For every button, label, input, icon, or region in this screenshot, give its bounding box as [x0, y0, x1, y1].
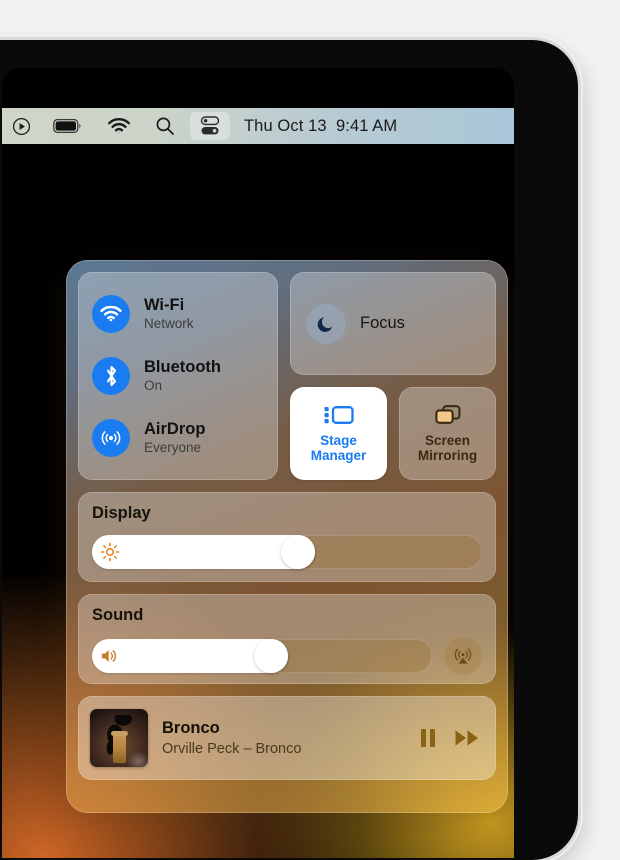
- wifi-title: Wi-Fi: [144, 295, 185, 314]
- airdrop-title: AirDrop: [144, 419, 206, 438]
- control-center-right-column: Focus Stage Manager Screen Mirroring: [290, 272, 496, 480]
- connectivity-tile: Wi-Fi Network Bluetooth On AirDrop Every…: [78, 272, 278, 480]
- now-playing-title: Bronco: [162, 719, 220, 738]
- album-artwork: [90, 709, 148, 767]
- stage-manager-tile[interactable]: Stage Manager: [290, 387, 387, 480]
- menu-bar: Thu Oct 13 9:41 AM: [2, 108, 514, 144]
- sound-slider-wrap: [92, 637, 482, 675]
- airdrop-icon: [92, 419, 130, 457]
- display-slider-knob[interactable]: [280, 535, 315, 569]
- display-slider[interactable]: [92, 535, 482, 569]
- now-playing-info: Bronco Orville Peck – Bronco: [162, 719, 418, 757]
- moon-icon: [306, 303, 346, 344]
- bluetooth-icon: [92, 357, 130, 395]
- feature-squares: Stage Manager Screen Mirroring: [290, 387, 496, 480]
- screen-mirroring-icon: [434, 404, 462, 431]
- bluetooth-text: Bluetooth On: [144, 358, 221, 395]
- airdrop-text: AirDrop Everyone: [144, 420, 205, 457]
- sound-tile: Sound: [78, 594, 496, 684]
- fast-forward-button[interactable]: [454, 728, 480, 748]
- now-playing-icon[interactable]: [2, 108, 40, 144]
- album-art-hat: [111, 731, 128, 736]
- airdrop-subtitle: Everyone: [144, 439, 202, 455]
- bluetooth-title: Bluetooth: [144, 357, 221, 376]
- speaker-icon: [100, 646, 120, 666]
- now-playing-tile: Bronco Orville Peck – Bronco: [78, 696, 496, 780]
- control-center-panel: Wi-Fi Network Bluetooth On AirDrop Every…: [66, 260, 508, 813]
- focus-tile[interactable]: Focus: [290, 272, 496, 375]
- screen-mirroring-label-line2: Mirroring: [417, 447, 478, 463]
- display-tile: Display: [78, 492, 496, 582]
- stage-manager-icon: [324, 404, 354, 431]
- sound-label: Sound: [92, 606, 144, 624]
- brightness-icon: [100, 542, 120, 562]
- album-art-smoke: [118, 741, 148, 767]
- wifi-icon: [92, 295, 130, 333]
- control-center-icon[interactable]: [190, 112, 230, 140]
- now-playing-controls: [418, 727, 480, 749]
- display-label: Display: [92, 504, 151, 522]
- sound-slider[interactable]: [92, 639, 432, 673]
- pause-button[interactable]: [418, 727, 438, 749]
- screen: Thu Oct 13 9:41 AM Wi-Fi Network Bluetoo…: [2, 68, 514, 858]
- airplay-audio-button[interactable]: [444, 637, 482, 675]
- sound-slider-knob[interactable]: [254, 639, 289, 673]
- now-playing-subtitle: Orville Peck – Bronco: [162, 740, 302, 757]
- control-center-top-row: Wi-Fi Network Bluetooth On AirDrop Every…: [78, 272, 496, 480]
- airdrop-row[interactable]: AirDrop Everyone: [92, 412, 278, 464]
- search-icon[interactable]: [142, 108, 188, 144]
- wifi-row[interactable]: Wi-Fi Network: [92, 288, 278, 340]
- screen-mirroring-tile[interactable]: Screen Mirroring: [399, 387, 496, 480]
- bluetooth-row[interactable]: Bluetooth On: [92, 350, 278, 402]
- focus-label: Focus: [360, 314, 405, 332]
- stage-manager-label: Stage Manager: [310, 432, 367, 464]
- screen-mirroring-label-line1: Screen: [424, 432, 471, 448]
- display-slider-wrap: [92, 535, 482, 569]
- stage-manager-label-line1: Stage: [320, 432, 357, 448]
- bluetooth-subtitle: On: [144, 377, 163, 393]
- wifi-subtitle: Network: [144, 315, 194, 331]
- battery-icon[interactable]: [40, 108, 96, 144]
- stage-manager-label-line2: Manager: [310, 447, 367, 463]
- wifi-text: Wi-Fi Network: [144, 296, 194, 333]
- screen-mirroring-label: Screen Mirroring: [417, 432, 478, 464]
- menu-bar-clock[interactable]: Thu Oct 13 9:41 AM: [244, 117, 397, 136]
- wifi-icon[interactable]: [96, 108, 142, 144]
- macbook-device: Thu Oct 13 9:41 AM Wi-Fi Network Bluetoo…: [0, 40, 578, 860]
